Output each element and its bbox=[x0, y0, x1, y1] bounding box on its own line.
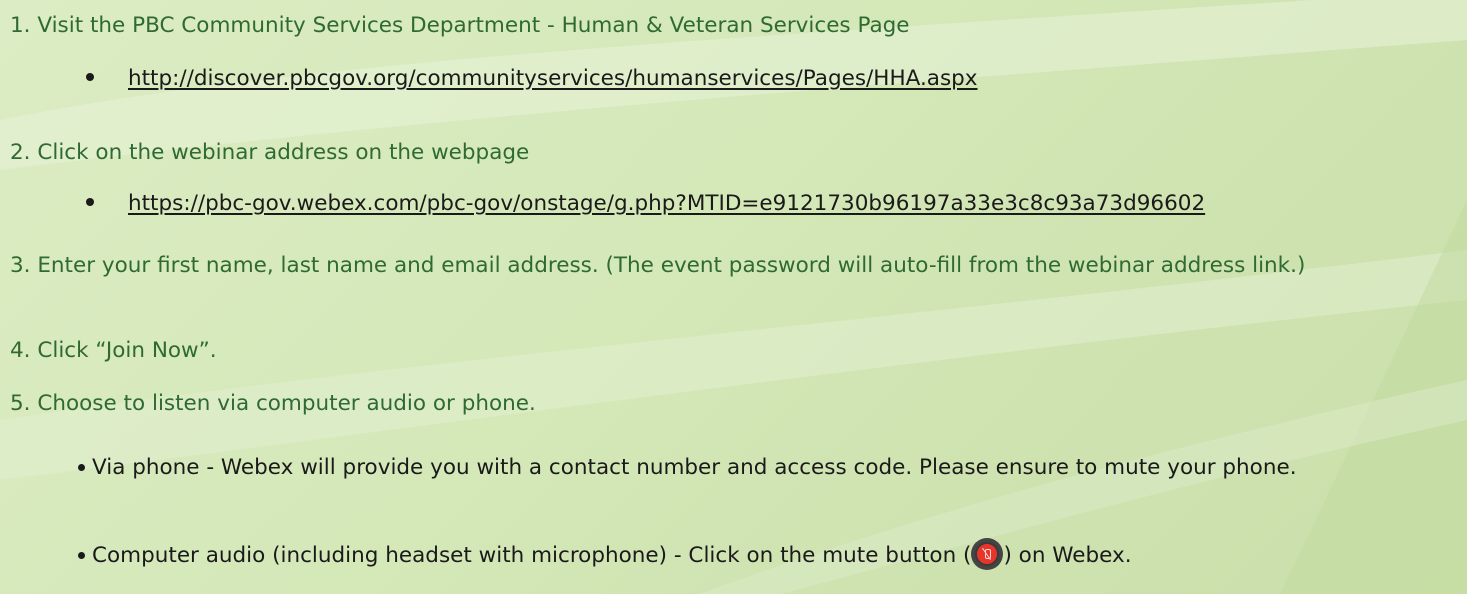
instructions: 1. Visit the PBC Community Services Depa… bbox=[0, 0, 1467, 594]
step-5-computer-item: Computer audio (including headset with m… bbox=[78, 540, 1462, 571]
step-1: 1. Visit the PBC Community Services Depa… bbox=[10, 13, 910, 38]
bullet-icon bbox=[78, 552, 85, 559]
bullet-icon bbox=[86, 73, 94, 81]
microphone-mute-icon bbox=[975, 542, 1000, 566]
phone-instructions: Via phone - Webex will provide you with … bbox=[92, 455, 1297, 480]
step-3: 3. Enter your first name, last name and … bbox=[10, 253, 1306, 278]
webinar-link[interactable]: https://pbc-gov.webex.com/pbc-gov/onstag… bbox=[128, 191, 1205, 216]
bullet-icon bbox=[78, 464, 85, 471]
computer-audio-instructions-end: ) on Webex. bbox=[1003, 543, 1132, 568]
computer-audio-instructions: Computer audio (including headset with m… bbox=[92, 543, 972, 568]
step-2-link-item: https://pbc-gov.webex.com/pbc-gov/onstag… bbox=[86, 188, 1205, 219]
human-services-link[interactable]: http://discover.pbcgov.org/communityserv… bbox=[128, 66, 978, 91]
step-2: 2. Click on the webinar address on the w… bbox=[10, 140, 530, 165]
step-5-phone-item: Via phone - Webex will provide you with … bbox=[78, 452, 1462, 483]
step-4: 4. Click “Join Now”. bbox=[10, 338, 217, 363]
step-1-link-item: http://discover.pbcgov.org/communityserv… bbox=[86, 63, 978, 94]
bullet-icon bbox=[86, 198, 94, 206]
step-5: 5. Choose to listen via computer audio o… bbox=[10, 391, 536, 416]
